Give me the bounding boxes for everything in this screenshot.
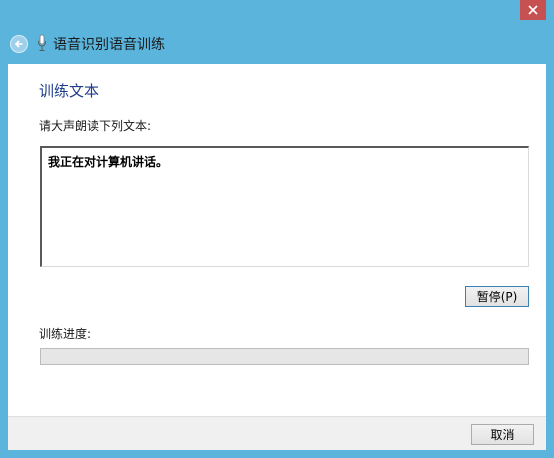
back-arrow-icon: [14, 40, 23, 48]
speech-training-window: 语音识别语音训练 训练文本 请大声朗读下列文本: 我正在对计算机讲话。 暂停(P…: [0, 0, 554, 458]
title-bar: 语音识别语音训练: [0, 26, 554, 62]
instruction-text: 请大声朗读下列文本:: [39, 119, 152, 133]
progress-label: 训练进度:: [39, 327, 92, 341]
training-progress-bar: [40, 348, 529, 365]
back-button[interactable]: [10, 35, 28, 53]
pause-button[interactable]: 暂停(P): [465, 286, 529, 307]
microphone-icon: [38, 34, 46, 51]
training-text-box: 我正在对计算机讲话。: [40, 146, 529, 267]
cancel-button[interactable]: 取消: [471, 424, 534, 445]
close-icon: [528, 5, 538, 15]
close-button[interactable]: [520, 0, 546, 20]
training-text: 我正在对计算机讲话。: [48, 155, 169, 169]
footer-bar: 取消: [8, 416, 546, 450]
page-heading: 训练文本: [39, 82, 100, 100]
main-panel: 训练文本 请大声朗读下列文本: 我正在对计算机讲话。 暂停(P) 训练进度:: [8, 64, 546, 416]
window-title: 语音识别语音训练: [53, 37, 165, 53]
